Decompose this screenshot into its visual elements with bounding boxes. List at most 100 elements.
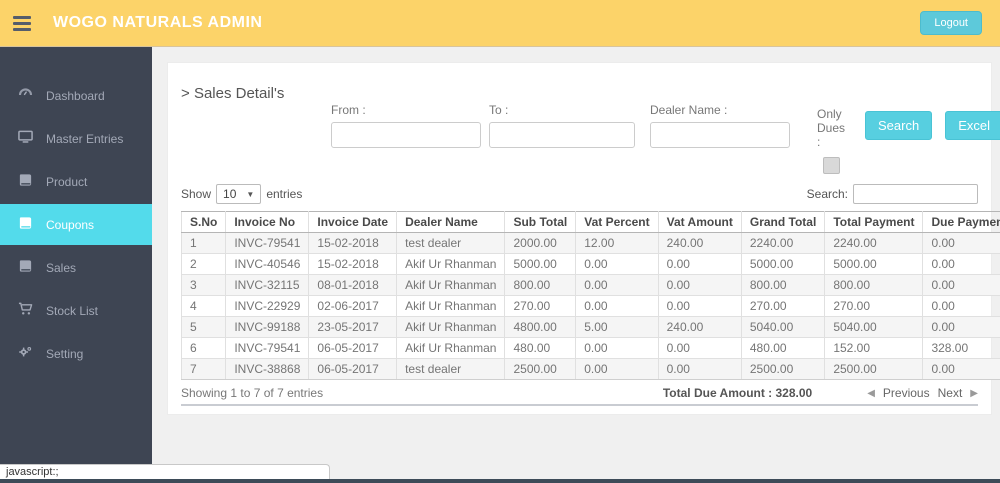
- sidebar-item-master-entries[interactable]: Master Entries: [0, 118, 152, 159]
- column-header[interactable]: Vat Amount: [658, 212, 741, 233]
- column-header[interactable]: S.No: [182, 212, 226, 233]
- logout-button[interactable]: Logout: [920, 11, 982, 35]
- table-cell: 2500.00: [741, 359, 824, 380]
- table-cell: 0.00: [576, 296, 658, 317]
- table-cell: Akif Ur Rhanman: [397, 338, 505, 359]
- sidebar-item-setting[interactable]: Setting: [0, 333, 152, 374]
- column-header[interactable]: Invoice No: [226, 212, 309, 233]
- table-cell: 240.00: [658, 317, 741, 338]
- table-cell: 480.00: [741, 338, 824, 359]
- table-cell: 08-01-2018: [309, 275, 397, 296]
- excel-button[interactable]: Excel: [945, 111, 1000, 140]
- sidebar: Dashboard Master Entries Product Coupons…: [0, 47, 152, 483]
- table-row: 3INVC-3211508-01-2018Akif Ur Rhanman 800.…: [182, 275, 1000, 296]
- sales-table: S.NoInvoice NoInvoice DateDealer NameSub…: [181, 211, 1000, 380]
- table-cell: Akif Ur Rhanman: [397, 254, 505, 275]
- previous-arrow-icon[interactable]: ◀: [867, 388, 875, 399]
- table-cell: 5040.00: [741, 317, 824, 338]
- from-label: From :: [331, 103, 481, 117]
- table-search-input[interactable]: [853, 184, 978, 204]
- table-cell: 270.00: [741, 296, 824, 317]
- table-cell: INVC-32115: [226, 275, 309, 296]
- table-cell: Akif Ur Rhanman: [397, 275, 505, 296]
- column-header[interactable]: Grand Total: [741, 212, 824, 233]
- sidebar-item-label: Product: [46, 175, 87, 189]
- previous-button[interactable]: Previous: [883, 386, 930, 400]
- table-cell: 23-05-2017: [309, 317, 397, 338]
- book-icon: [18, 173, 33, 190]
- total-due-amount: Total Due Amount : 328.00: [663, 386, 812, 400]
- table-cell: 0.00: [923, 359, 1000, 380]
- table-cell: 0.00: [923, 317, 1000, 338]
- table-cell: INVC-79541: [226, 233, 309, 254]
- only-dues-label: Only Dues :: [817, 107, 845, 149]
- table-cell: Akif Ur Rhanman: [397, 317, 505, 338]
- next-arrow-icon[interactable]: ▶: [970, 388, 978, 399]
- table-cell: 5: [182, 317, 226, 338]
- pagination: ◀ Previous Next ▶: [867, 386, 978, 400]
- only-dues-checkbox[interactable]: [823, 157, 840, 174]
- to-label: To :: [489, 103, 635, 117]
- gears-icon: [18, 345, 33, 362]
- table-cell: 2000.00: [505, 233, 576, 254]
- bottom-strip: [0, 479, 1000, 483]
- sidebar-item-product[interactable]: Product: [0, 161, 152, 202]
- table-cell: Akif Ur Rhanman: [397, 296, 505, 317]
- table-cell: 5000.00: [505, 254, 576, 275]
- sidebar-item-label: Stock List: [46, 304, 98, 318]
- column-header[interactable]: Total Payment: [825, 212, 923, 233]
- table-cell: 0.00: [658, 338, 741, 359]
- column-header[interactable]: Sub Total: [505, 212, 576, 233]
- table-cell: 0.00: [923, 296, 1000, 317]
- table-cell: 6: [182, 338, 226, 359]
- sidebar-item-stock-list[interactable]: Stock List: [0, 290, 152, 331]
- table-cell: 152.00: [825, 338, 923, 359]
- sales-detail-panel: > Sales Detail's From : To : Dealer Name…: [167, 62, 992, 415]
- status-bar-link-preview: javascript:;: [0, 464, 330, 479]
- page-title: > Sales Detail's: [181, 85, 331, 102]
- sidebar-item-label: Coupons: [46, 218, 94, 232]
- desktop-icon: [18, 130, 33, 147]
- table-cell: 0.00: [576, 275, 658, 296]
- table-cell: 7: [182, 359, 226, 380]
- table-row: 1INVC-7954115-02-2018test dealer2000.001…: [182, 233, 1000, 254]
- table-cell: 800.00: [825, 275, 923, 296]
- table-cell: 0.00: [923, 275, 1000, 296]
- table-cell: 270.00: [825, 296, 923, 317]
- search-button[interactable]: Search: [865, 111, 932, 140]
- table-cell: 0.00: [576, 359, 658, 380]
- table-cell: 15-02-2018: [309, 233, 397, 254]
- table-cell: 2500.00: [505, 359, 576, 380]
- show-label: Show: [181, 187, 211, 201]
- table-cell: 2: [182, 254, 226, 275]
- app-title: WOGO NATURALS ADMIN: [53, 14, 262, 32]
- column-header[interactable]: Vat Percent: [576, 212, 658, 233]
- page-size-select[interactable]: 10 ▼: [216, 184, 261, 204]
- table-cell: 3: [182, 275, 226, 296]
- from-date-input[interactable]: [331, 122, 481, 148]
- sidebar-item-sales[interactable]: Sales: [0, 247, 152, 288]
- dealer-name-input[interactable]: [650, 122, 790, 148]
- menu-icon[interactable]: [13, 13, 31, 34]
- table-row: 2INVC-4054615-02-2018Akif Ur Rhanman5000…: [182, 254, 1000, 275]
- column-header[interactable]: Dealer Name: [397, 212, 505, 233]
- sidebar-item-dashboard[interactable]: Dashboard: [0, 75, 152, 116]
- column-header[interactable]: Due Payment: [923, 212, 1000, 233]
- table-cell: 06-05-2017: [309, 359, 397, 380]
- to-date-input[interactable]: [489, 122, 635, 148]
- table-search-label: Search:: [807, 187, 848, 201]
- book-icon: [18, 259, 33, 276]
- table-cell: 15-02-2018: [309, 254, 397, 275]
- table-cell: INVC-22929: [226, 296, 309, 317]
- table-cell: 0.00: [576, 254, 658, 275]
- table-body: 1INVC-7954115-02-2018test dealer2000.001…: [182, 233, 1000, 380]
- sidebar-item-coupons[interactable]: Coupons: [0, 204, 152, 245]
- entries-label: entries: [266, 187, 302, 201]
- table-cell: 5.00: [576, 317, 658, 338]
- table-cell: 2240.00: [741, 233, 824, 254]
- column-header[interactable]: Invoice Date: [309, 212, 397, 233]
- table-cell: 5000.00: [825, 254, 923, 275]
- table-cell: 270.00: [505, 296, 576, 317]
- next-button[interactable]: Next: [938, 386, 963, 400]
- table-cell: INVC-40546: [226, 254, 309, 275]
